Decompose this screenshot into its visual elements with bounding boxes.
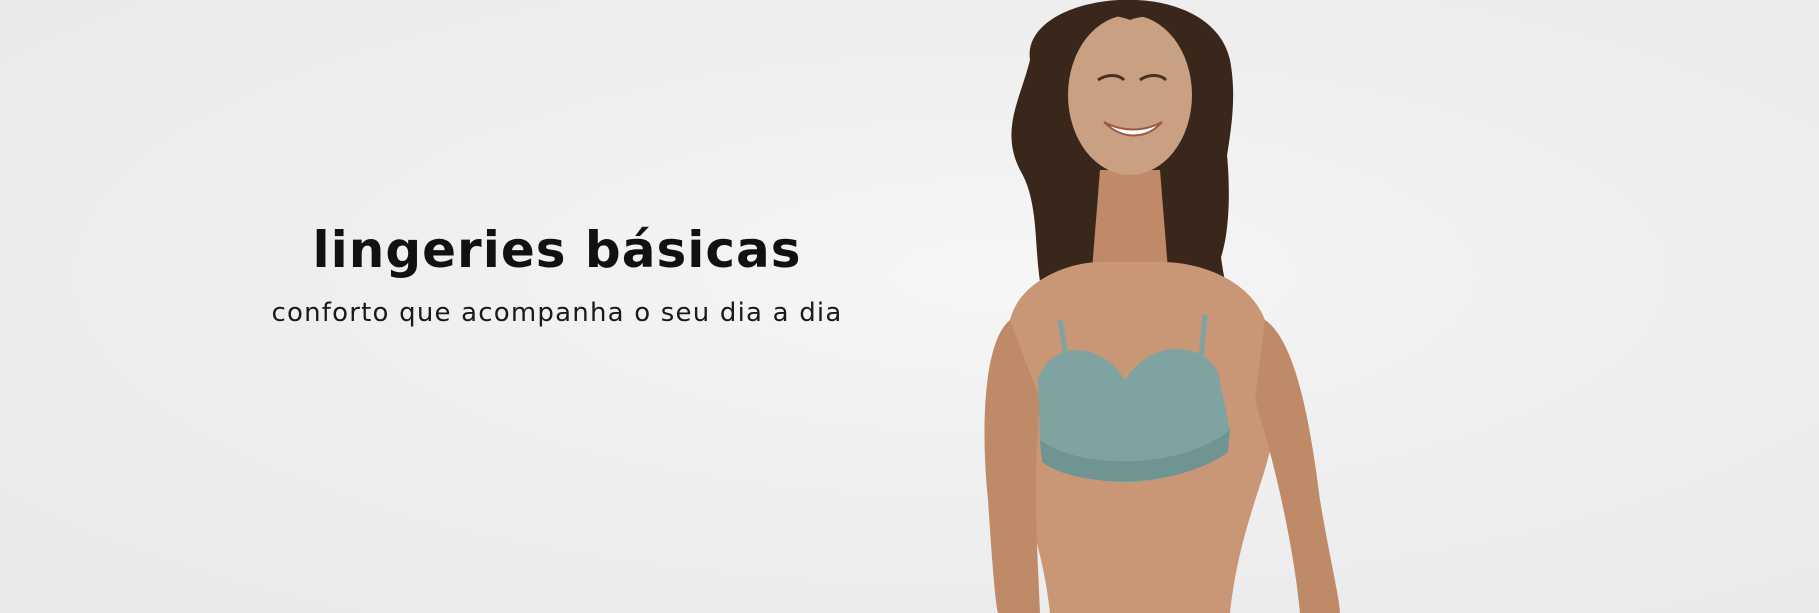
hero-banner[interactable]: lingeries básicas conforto que acompanha… [0, 0, 1819, 613]
banner-text-block: lingeries básicas conforto que acompanha… [200, 218, 914, 330]
banner-headline: lingeries básicas [312, 221, 802, 279]
model-illustration [984, 0, 1340, 613]
banner-subheadline: conforto que acompanha o seu dia a dia [271, 298, 843, 328]
model-photo [900, 0, 1520, 613]
